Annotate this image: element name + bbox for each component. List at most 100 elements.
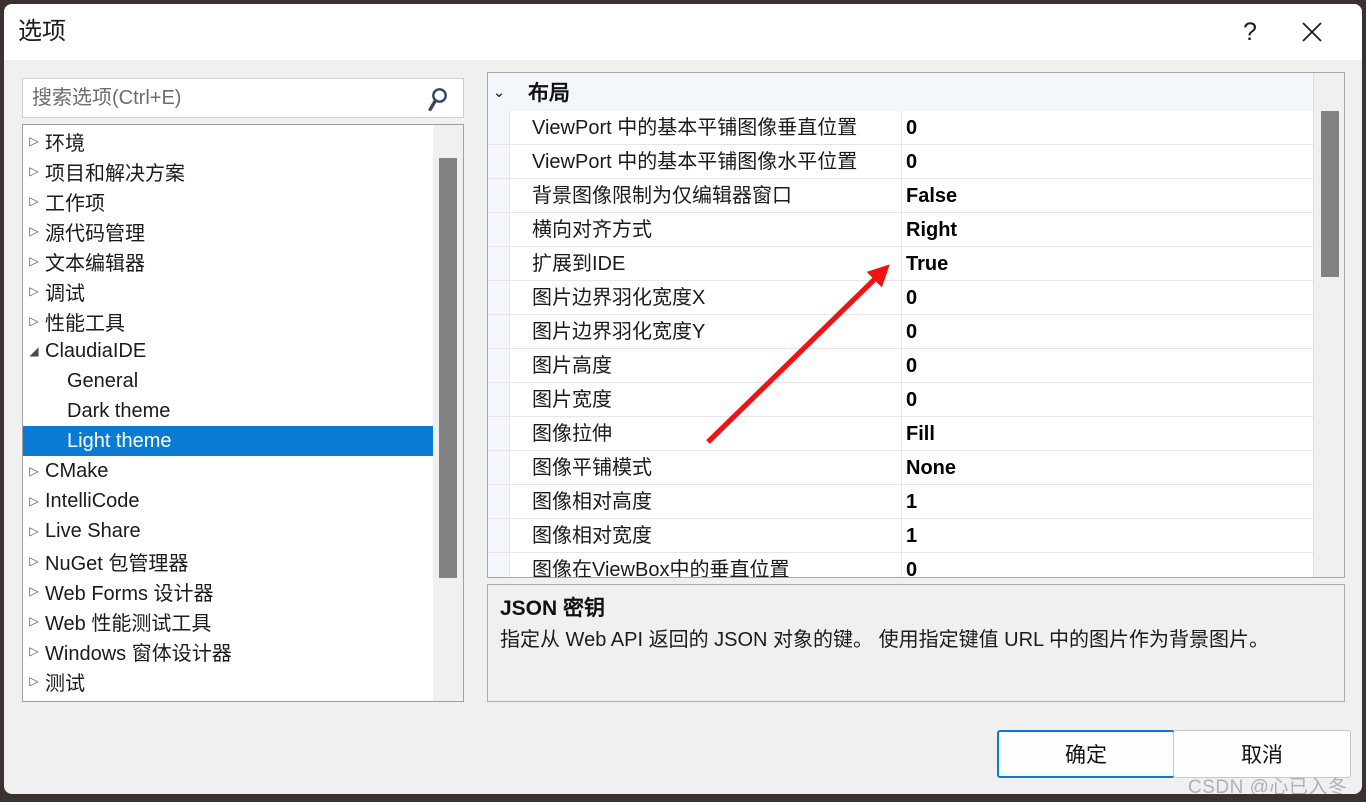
sidebar-item-9[interactable]: Dark theme [23, 396, 434, 426]
property-row[interactable]: 横向对齐方式 Right [488, 213, 1313, 247]
sidebar-item-label: 源代码管理 [45, 222, 145, 245]
chevron-right-icon[interactable]: ▷ [23, 126, 45, 156]
sidebar-item-label: NuGet 包管理器 [45, 552, 189, 575]
property-category-row[interactable]: ⌄ 布局 [488, 73, 1313, 111]
property-value[interactable]: 0 [906, 281, 917, 315]
property-name: 图片边界羽化宽度Y [532, 321, 706, 343]
chevron-right-icon[interactable]: ▷ [23, 486, 45, 516]
property-row[interactable]: ViewPort 中的基本平铺图像垂直位置 0 [488, 111, 1313, 145]
property-row[interactable]: 背景图像限制为仅编辑器窗口 False [488, 179, 1313, 213]
property-name: ViewPort 中的基本平铺图像垂直位置 [532, 117, 858, 139]
sidebar-item-5[interactable]: ▷ 调试 [23, 276, 434, 306]
property-row[interactable]: 图片高度 0 [488, 349, 1313, 383]
property-row[interactable]: 图片宽度 0 [488, 383, 1313, 417]
sidebar-item-17[interactable]: ▷ Windows 窗体设计器 [23, 636, 434, 666]
sidebar-item-label: CMake [45, 459, 109, 482]
property-row[interactable]: 图像拉伸 Fill [488, 417, 1313, 451]
chevron-right-icon[interactable]: ▷ [23, 606, 45, 636]
property-value[interactable]: 0 [906, 145, 917, 179]
property-name: 图片边界羽化宽度X [532, 287, 706, 309]
property-row-gutter [488, 485, 510, 518]
sidebar-item-6[interactable]: ▷ 性能工具 [23, 306, 434, 336]
property-row-gutter [488, 213, 510, 246]
property-grid-scrollbar[interactable] [1313, 73, 1344, 577]
sidebar-item-14[interactable]: ▷ NuGet 包管理器 [23, 546, 434, 576]
property-grid-rows: ⌄ 布局 ViewPort 中的基本平铺图像垂直位置 0 ViewPort 中的基本平铺… [488, 73, 1313, 577]
property-value[interactable]: Fill [906, 417, 935, 451]
sidebar-item-label: Web Forms 设计器 [45, 582, 214, 605]
sidebar-item-3[interactable]: ▷ 源代码管理 [23, 216, 434, 246]
sidebar-item-label: Dark theme [67, 399, 171, 422]
sidebar-item-8[interactable]: General [23, 366, 434, 396]
property-row[interactable]: 图像平铺模式 None [488, 451, 1313, 485]
property-row[interactable]: 图像在ViewBox中的垂直位置 0 [488, 553, 1313, 577]
sidebar-item-12[interactable]: ▷ IntelliCode [23, 486, 434, 516]
property-value[interactable]: None [906, 451, 956, 485]
sidebar-item-0[interactable]: ▷ 环境 [23, 126, 434, 156]
chevron-right-icon[interactable]: ▷ [23, 246, 45, 276]
property-row-gutter [488, 315, 510, 348]
chevron-down-icon[interactable]: ◢ [23, 336, 45, 366]
chevron-right-icon[interactable]: ▷ [23, 276, 45, 306]
sidebar-item-label: Light theme [67, 429, 172, 452]
sidebar-item-label: ClaudiaIDE [45, 339, 147, 362]
property-value[interactable]: 0 [906, 111, 917, 145]
property-name: 图片高度 [532, 355, 612, 377]
property-value[interactable]: True [906, 247, 948, 281]
sidebar-item-label: 文本编辑器 [45, 252, 145, 275]
close-icon[interactable] [1284, 4, 1340, 60]
property-row[interactable]: 图片边界羽化宽度Y 0 [488, 315, 1313, 349]
property-value[interactable]: False [906, 179, 957, 213]
tree-scrollbar[interactable] [433, 125, 463, 701]
property-name: 图像平铺模式 [532, 457, 652, 479]
sidebar-item-15[interactable]: ▷ Web Forms 设计器 [23, 576, 434, 606]
property-value[interactable]: 1 [906, 485, 917, 519]
chevron-right-icon[interactable]: ▷ [23, 216, 45, 246]
sidebar-item-11[interactable]: ▷ CMake [23, 456, 434, 486]
property-value[interactable]: 1 [906, 519, 917, 553]
sidebar-item-label: Live Share [45, 519, 141, 542]
chevron-right-icon[interactable]: ▷ [23, 546, 45, 576]
property-row[interactable]: 图像相对宽度 1 [488, 519, 1313, 553]
property-value[interactable]: 0 [906, 383, 917, 417]
property-row[interactable]: 扩展到IDE True [488, 247, 1313, 281]
sidebar-item-label: Web 性能测试工具 [45, 612, 212, 635]
sidebar-item-7[interactable]: ◢ ClaudiaIDE [23, 336, 434, 366]
property-row[interactable]: 图像相对高度 1 [488, 485, 1313, 519]
property-column-divider [901, 519, 902, 552]
property-row[interactable]: ViewPort 中的基本平铺图像水平位置 0 [488, 145, 1313, 179]
description-title: JSON 密钥 [500, 597, 606, 620]
sidebar-item-13[interactable]: ▷ Live Share [23, 516, 434, 546]
sidebar-item-2[interactable]: ▷ 工作项 [23, 186, 434, 216]
chevron-down-icon[interactable]: ⌄ [488, 83, 510, 101]
help-icon[interactable]: ? [1222, 4, 1278, 60]
tree-scrollbar-thumb[interactable] [439, 158, 457, 578]
chevron-right-icon[interactable]: ▷ [23, 186, 45, 216]
search-input[interactable] [23, 79, 423, 117]
chevron-right-icon[interactable]: ▷ [23, 666, 45, 696]
property-value[interactable]: 0 [906, 315, 917, 349]
property-row-gutter [488, 553, 510, 577]
chevron-right-icon[interactable]: ▷ [23, 456, 45, 486]
chevron-right-icon[interactable]: ▷ [23, 636, 45, 666]
sidebar-item-10[interactable]: Light theme [23, 426, 434, 456]
property-value[interactable]: Right [906, 213, 957, 247]
sidebar-item-16[interactable]: ▷ Web 性能测试工具 [23, 606, 434, 636]
sidebar-item-1[interactable]: ▷ 项目和解决方案 [23, 156, 434, 186]
property-value[interactable]: 0 [906, 553, 917, 577]
chevron-right-icon[interactable]: ▷ [23, 516, 45, 546]
chevron-right-icon[interactable]: ▷ [23, 306, 45, 336]
property-column-divider [901, 247, 902, 280]
sidebar-item-label: 测试 [45, 672, 85, 695]
ok-button[interactable]: 确定 [997, 730, 1175, 778]
property-row[interactable]: 图片边界羽化宽度X 0 [488, 281, 1313, 315]
sidebar-item-4[interactable]: ▷ 文本编辑器 [23, 246, 434, 276]
chevron-right-icon[interactable]: ▷ [23, 156, 45, 186]
property-value[interactable]: 0 [906, 349, 917, 383]
cancel-button[interactable]: 取消 [1173, 730, 1351, 778]
options-tree-panel: ▷ 环境 ▷ 项目和解决方案 ▷ 工作项 ▷ 源代码管理 ▷ 文本编辑器 ▷ 调试 ▷ 性能工具 ◢ Clau… [22, 124, 464, 702]
search-box[interactable] [22, 78, 464, 118]
sidebar-item-18[interactable]: ▷ 测试 [23, 666, 434, 696]
chevron-right-icon[interactable]: ▷ [23, 576, 45, 606]
property-grid-scrollbar-thumb[interactable] [1321, 111, 1339, 277]
